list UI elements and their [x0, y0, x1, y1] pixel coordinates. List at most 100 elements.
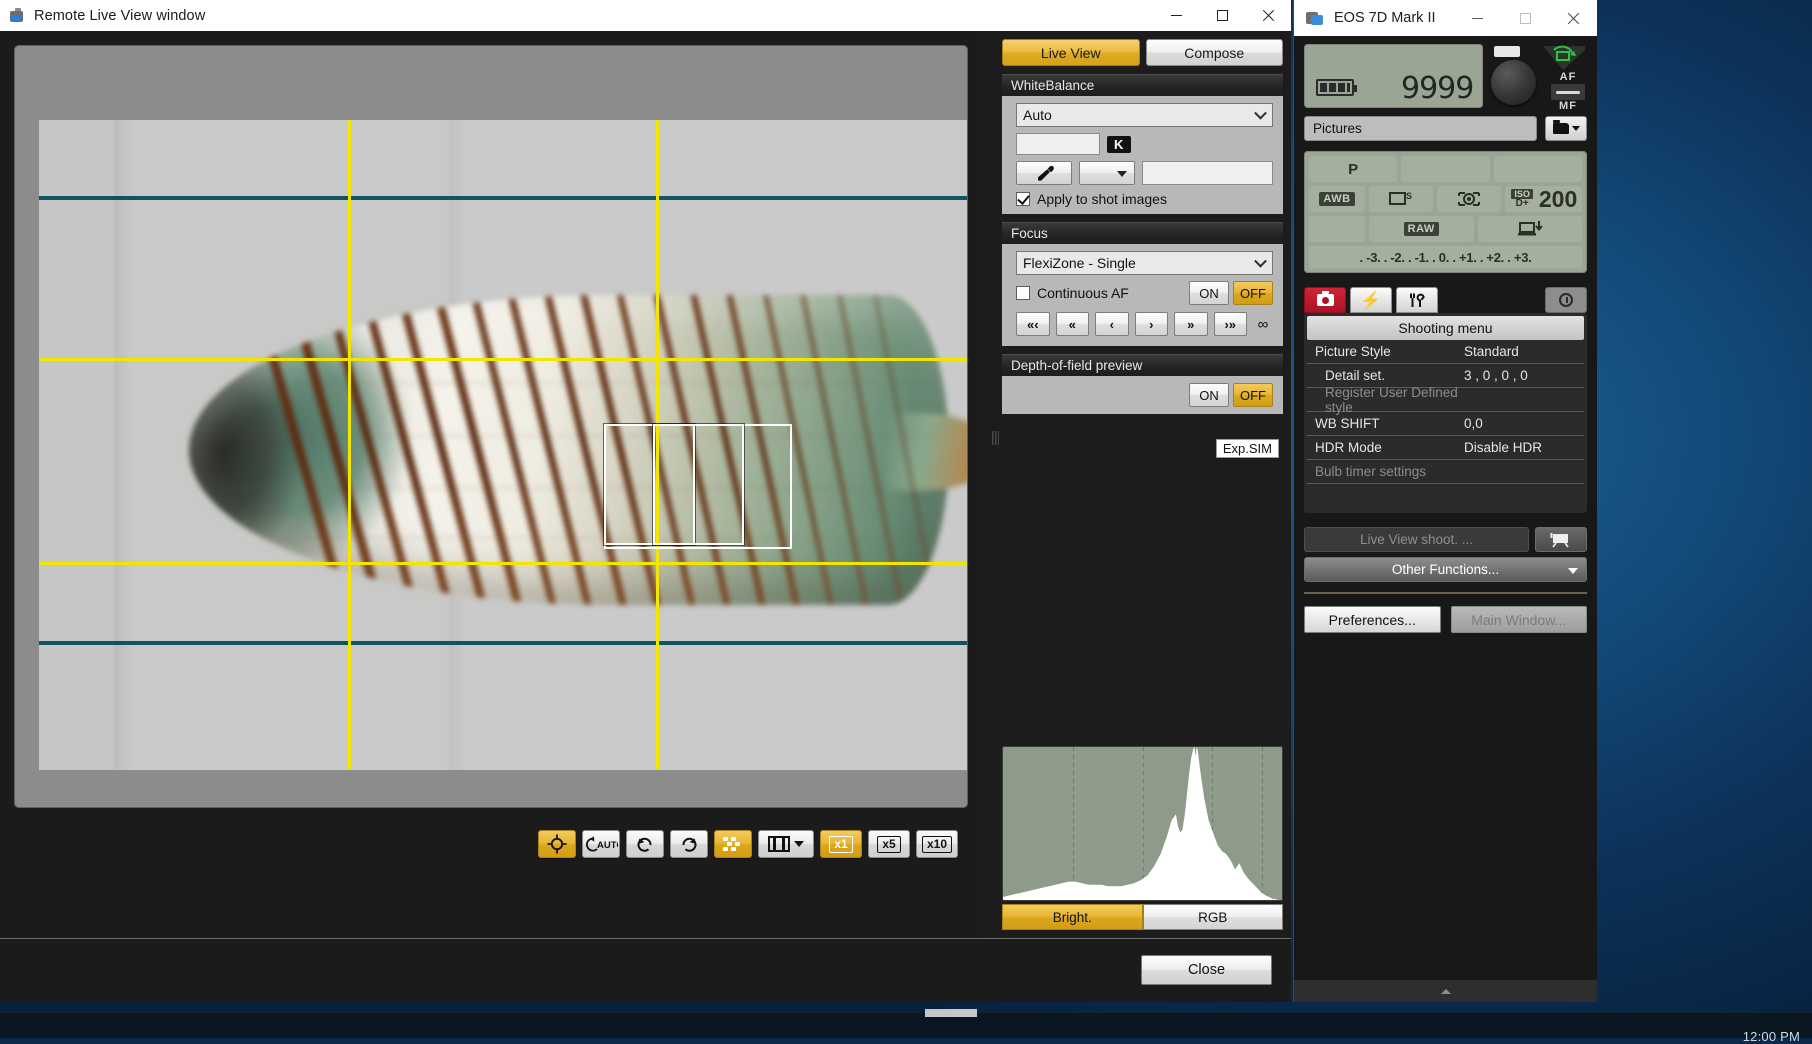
- live-view-toggle-button[interactable]: [1535, 527, 1587, 552]
- dof-preview-group: Depth-of-field preview ON OFF: [1002, 354, 1283, 414]
- histogram-tab-brightness[interactable]: Bright.: [1002, 904, 1143, 930]
- histogram-tab-rgb[interactable]: RGB: [1143, 904, 1284, 930]
- shots-remaining-lcd: 9999: [1304, 44, 1483, 108]
- raw-badge: RAW: [1404, 222, 1439, 236]
- focus-mode-select[interactable]: FlexiZone - Single: [1016, 251, 1273, 275]
- apply-to-shot-images-checkbox[interactable]: Apply to shot images: [1016, 191, 1167, 207]
- rotate-camera-icon: [1541, 44, 1587, 74]
- white-balance-auto-button[interactable]: AUTO: [582, 830, 620, 858]
- setup-tab[interactable]: [1396, 287, 1438, 313]
- taskbar-clock: 12:00 PM: [1743, 1029, 1800, 1044]
- shooting-mode-cell[interactable]: P: [1309, 156, 1397, 182]
- menu-row-wb-shift[interactable]: WB SHIFT 0,0: [1307, 412, 1584, 436]
- af-mf-switch[interactable]: AF MF: [1551, 72, 1585, 112]
- eyedropper-button[interactable]: [1016, 161, 1072, 185]
- other-functions-button[interactable]: Other Functions...: [1304, 557, 1587, 582]
- live-view-canvas[interactable]: [14, 45, 968, 808]
- maximize-icon[interactable]: [1501, 0, 1549, 36]
- camera-window-icon: [9, 8, 25, 24]
- white-balance-value: Auto: [1023, 107, 1052, 123]
- chevron-down-icon: [1254, 107, 1267, 120]
- close-icon[interactable]: [1245, 0, 1291, 31]
- chevron-down-icon: [1568, 568, 1578, 574]
- drive-mode-cell[interactable]: S: [1369, 186, 1433, 212]
- tab-live-view[interactable]: Live View: [1002, 39, 1140, 66]
- menu-key: HDR Mode: [1315, 440, 1464, 455]
- white-balance-preset-select[interactable]: [1079, 161, 1135, 185]
- aspect-ratio-button[interactable]: [758, 830, 814, 858]
- live-view-footer: Close: [0, 938, 1291, 1002]
- eos-window-title: EOS 7D Mark II: [1334, 10, 1436, 26]
- focus-far-near-3-button[interactable]: ›»: [1214, 312, 1248, 336]
- live-view-icon: [1549, 532, 1573, 548]
- zoom-x5-button[interactable]: x5: [868, 830, 910, 858]
- destination-folder-value[interactable]: Pictures: [1304, 116, 1537, 141]
- live-view-shoot-button[interactable]: Live View shoot. ...: [1304, 527, 1529, 552]
- menu-row-hdr-mode[interactable]: HDR Mode Disable HDR: [1307, 436, 1584, 460]
- af-frame-active[interactable]: [653, 424, 744, 545]
- focus-near-far-1-button[interactable]: ‹: [1095, 312, 1129, 336]
- focus-step-buttons: «‹ « ‹ › » ›» ∞: [1002, 308, 1283, 342]
- kelvin-input[interactable]: [1016, 133, 1100, 155]
- save-destination-cell[interactable]: [1478, 216, 1583, 242]
- eos-body: 9999 AF MF: [1294, 36, 1597, 1002]
- menu-row-picture-style[interactable]: Picture Style Standard: [1307, 340, 1584, 364]
- shutter-button-icon[interactable]: [1494, 46, 1520, 57]
- flash-tab[interactable]: ⚡: [1350, 287, 1392, 313]
- focus-near-far-3-button[interactable]: «‹: [1016, 312, 1050, 336]
- white-balance-header: WhiteBalance: [1002, 74, 1283, 96]
- continuous-af-off-button[interactable]: OFF: [1233, 281, 1273, 305]
- continuous-af-on-button[interactable]: ON: [1189, 281, 1229, 305]
- rotate-ccw-icon: [635, 834, 655, 854]
- focus-near-far-2-button[interactable]: «: [1056, 312, 1090, 336]
- histogram-curve: [1003, 747, 1282, 900]
- iso-cell[interactable]: ISO D+ 200: [1505, 186, 1582, 212]
- focus-group: Focus FlexiZone - Single Continuous AF: [1002, 222, 1283, 346]
- main-window-button: Main Window...: [1451, 606, 1588, 633]
- eos-panel-collapse-handle[interactable]: [1294, 980, 1597, 1002]
- browse-folder-button[interactable]: [1545, 116, 1587, 141]
- tab-compose[interactable]: Compose: [1146, 39, 1284, 66]
- rotate-left-button[interactable]: [626, 830, 664, 858]
- maximize-icon[interactable]: [1199, 0, 1245, 31]
- af-point-button[interactable]: [538, 830, 576, 858]
- timer-button[interactable]: [1545, 287, 1587, 313]
- mode-dial-icon[interactable]: [1491, 60, 1536, 105]
- menu-key: Register User Defined style: [1315, 385, 1464, 415]
- dof-preview-on-button[interactable]: ON: [1189, 383, 1229, 407]
- close-button[interactable]: Close: [1141, 955, 1272, 985]
- close-icon[interactable]: [1549, 0, 1597, 36]
- pane-splitter[interactable]: [990, 31, 1000, 938]
- guide-line-teal-top: [39, 196, 967, 200]
- dof-preview-off-button[interactable]: OFF: [1233, 383, 1273, 407]
- white-balance-cell[interactable]: AWB: [1309, 186, 1365, 212]
- focus-far-near-1-button[interactable]: ›: [1135, 312, 1169, 336]
- focus-far-near-2-button[interactable]: »: [1174, 312, 1208, 336]
- image-quality-cell[interactable]: RAW: [1369, 216, 1474, 242]
- aperture-cell[interactable]: [1494, 156, 1582, 182]
- shooting-tab[interactable]: [1304, 287, 1346, 313]
- rotate-cw-icon: [679, 834, 699, 854]
- live-view-shoot-row: Live View shoot. ...: [1304, 527, 1587, 552]
- rotate-right-button[interactable]: [670, 830, 708, 858]
- white-balance-mode-row: Auto: [1002, 100, 1283, 130]
- continuous-af-checkbox[interactable]: Continuous AF: [1016, 285, 1129, 301]
- white-balance-select[interactable]: Auto: [1016, 103, 1273, 127]
- chevron-down-icon: [794, 841, 804, 847]
- shots-remaining-value: 9999: [1401, 71, 1473, 106]
- exposure-compensation-scale[interactable]: . -3. . -2. . -1. . 0. . +1. . +2. . +3.: [1309, 246, 1582, 268]
- taskbar-window-thumbnail[interactable]: [925, 1009, 977, 1017]
- zoom-x10-button[interactable]: x10: [916, 830, 958, 858]
- chevron-up-icon: [1441, 989, 1451, 994]
- minimize-icon[interactable]: [1453, 0, 1501, 36]
- mf-label: MF: [1551, 101, 1585, 112]
- metering-mode-cell[interactable]: [1437, 186, 1501, 212]
- zoom-x1-button[interactable]: x1: [820, 830, 862, 858]
- grid-overlay-button[interactable]: [714, 830, 752, 858]
- minimize-icon[interactable]: [1153, 0, 1199, 31]
- apply-to-shot-images-label: Apply to shot images: [1037, 191, 1167, 207]
- menu-value: Standard: [1464, 344, 1576, 359]
- apply-to-shot-row: Apply to shot images: [1002, 188, 1283, 210]
- preferences-button[interactable]: Preferences...: [1304, 606, 1441, 633]
- shutter-speed-cell[interactable]: [1401, 156, 1489, 182]
